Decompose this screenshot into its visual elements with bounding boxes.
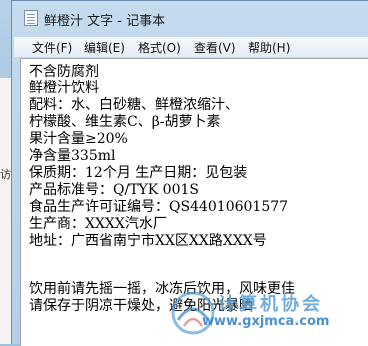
watermark-url: www.gxjmca.com [202, 314, 330, 329]
menu-help[interactable]: 帮助(H) [248, 39, 290, 56]
notepad-icon [24, 10, 38, 26]
watermark-title: 计算机协会 [218, 294, 323, 315]
menu-format[interactable]: 格式(O) [138, 39, 181, 56]
menu-file[interactable]: 文件(F) [32, 39, 72, 56]
menu-view[interactable]: 查看(V) [194, 39, 236, 56]
menu-bar: 文件(F) 编辑(E) 格式(O) 查看(V) 帮助(H) [14, 37, 368, 58]
site-watermark: 计算机协会 www.gxjmca.com [170, 290, 360, 342]
watermark-logo-icon [171, 291, 215, 335]
window-title: 鲜橙汁 文字 - 记事本 [44, 14, 166, 29]
menu-edit[interactable]: 编辑(E) [84, 39, 125, 56]
title-bar[interactable]: 鲜橙汁 文字 - 记事本 [12, 1, 368, 35]
text-line: 地址：广西省南宁市XX区XX路XXX号 [29, 233, 267, 249]
